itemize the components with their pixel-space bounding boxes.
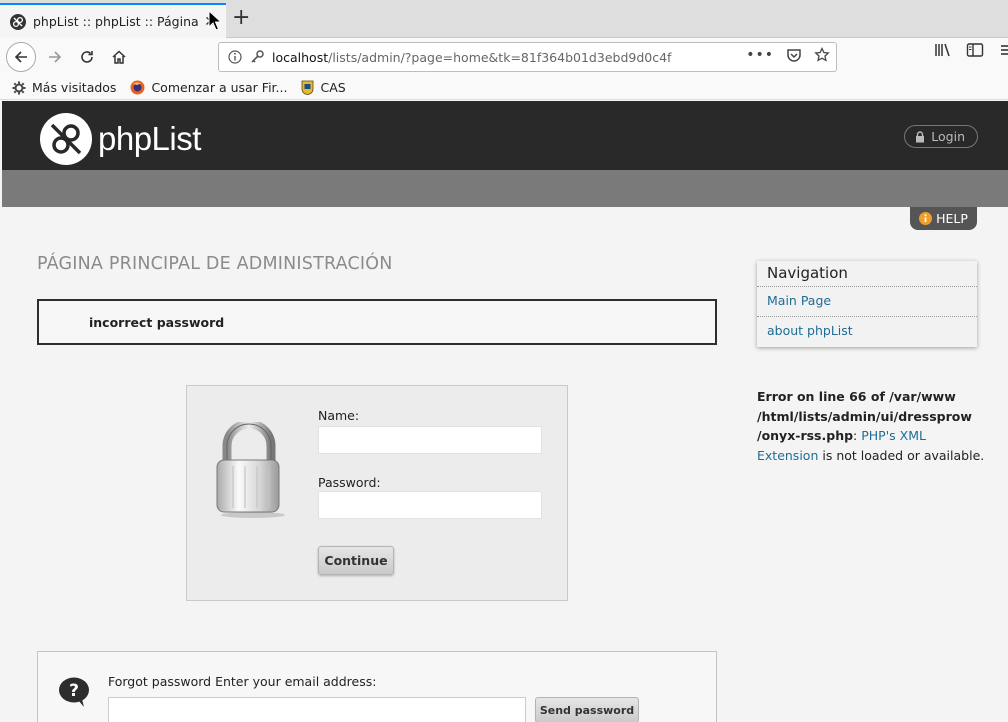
phplist-logo-icon — [40, 113, 92, 165]
key-icon[interactable] — [250, 50, 264, 64]
error-location-line-2: /html/lists/admin/ui/dressprow — [757, 408, 972, 424]
navigation-title: Navigation — [767, 264, 848, 282]
error-location-line-1: Error on line 66 of /var/www — [757, 389, 956, 404]
error-tail-text: is not loaded or available. — [822, 447, 985, 463]
back-button[interactable] — [6, 42, 36, 72]
home-icon — [112, 50, 126, 64]
arrow-left-icon — [14, 51, 27, 63]
menu-bar — [2, 170, 1008, 207]
error-location-line-3: /onyx-rss.php — [757, 428, 854, 444]
site-header: phpList Login — [2, 101, 1008, 170]
bookmark-most-visited[interactable]: Más visitados — [12, 80, 116, 95]
page-title: PÁGINA PRINCIPAL DE ADMINISTRACIÓN — [37, 254, 393, 274]
tab-title: phpList :: phpList :: Página principal d… — [33, 14, 201, 29]
sidebar-error-message: Error on line 66 of /var/www /html/lists… — [757, 387, 987, 465]
phplist-logo[interactable]: phpList — [40, 113, 201, 165]
reload-button[interactable] — [72, 42, 102, 72]
info-icon[interactable] — [228, 50, 242, 64]
page-actions-icon[interactable]: ••• — [746, 47, 774, 63]
question-bubble-icon: ? — [59, 677, 89, 707]
new-tab-icon[interactable]: + — [232, 7, 250, 29]
navigation-panel: Navigation Main Page about phpList — [757, 261, 977, 347]
login-button[interactable]: Login — [904, 125, 978, 148]
send-password-button[interactable]: Send password — [535, 697, 639, 722]
forgot-password-box: ? Forgot password Enter your email addre… — [37, 651, 717, 722]
bookmarks-toolbar: Más visitados Comenzar a usar Fir... CAS — [0, 76, 1008, 100]
url-path: /lists/admin/?page=home&tk=81f364b01d3eb… — [328, 49, 672, 65]
error-colon: : — [853, 428, 858, 444]
gear-icon — [12, 81, 26, 94]
php-xml-link[interactable]: PHP's XML — [861, 428, 926, 443]
bookmark-star-icon[interactable] — [814, 47, 830, 63]
password-label: Password: — [318, 475, 381, 490]
bookmark-cas[interactable]: CAS — [301, 80, 346, 95]
sidebar-toggle-icon[interactable] — [966, 42, 984, 58]
home-button[interactable] — [104, 42, 134, 72]
login-form: Name: Password: Continue — [186, 385, 568, 601]
error-message-box: incorrect password — [37, 299, 717, 345]
error-message: incorrect password — [89, 315, 225, 330]
mouse-cursor-icon — [208, 10, 222, 31]
browser-tab-active[interactable]: phpList :: phpList :: Página principal d… — [0, 3, 226, 38]
reload-icon — [81, 51, 93, 63]
url-host: localhost — [272, 49, 329, 65]
bookmark-label: Más visitados — [32, 80, 117, 95]
help-label: HELP — [936, 211, 968, 226]
name-input[interactable] — [318, 426, 542, 454]
shield-icon — [302, 80, 314, 95]
password-input[interactable] — [318, 491, 542, 519]
library-icon[interactable] — [934, 42, 952, 58]
phplist-favicon-icon — [10, 13, 26, 30]
bookmark-getting-started[interactable]: Comenzar a usar Fir... — [130, 80, 287, 95]
name-label: Name: — [318, 408, 360, 423]
svg-text:?: ? — [69, 681, 79, 701]
bookmark-label: CAS — [320, 80, 346, 95]
continue-button[interactable]: Continue — [318, 546, 394, 575]
padlock-icon — [216, 422, 285, 518]
pocket-icon[interactable] — [786, 47, 802, 63]
email-input[interactable] — [108, 697, 526, 722]
tab-bar: phpList :: phpList :: Página principal d… — [0, 0, 1008, 38]
nav-link-about-phplist[interactable]: about phpList — [757, 316, 977, 346]
lock-icon — [916, 130, 925, 142]
firefox-icon — [130, 80, 145, 95]
forgot-password-text: Forgot password Enter your email address… — [108, 674, 377, 689]
navigation-toolbar: localhost/lists/admin/?page=home&tk=81f3… — [0, 38, 1008, 76]
menu-icon[interactable] — [998, 42, 1008, 58]
extension-link[interactable]: Extension — [757, 448, 818, 463]
arrow-right-icon — [49, 51, 62, 63]
url-bar[interactable]: localhost/lists/admin/?page=home&tk=81f3… — [218, 42, 837, 72]
forward-button[interactable] — [40, 42, 70, 72]
help-button[interactable]: HELP — [910, 207, 977, 230]
logo-text: phpList — [98, 120, 201, 157]
login-label: Login — [931, 129, 965, 144]
nav-link-main-page[interactable]: Main Page — [757, 286, 977, 316]
bookmark-label: Comenzar a usar Fir... — [151, 80, 288, 95]
info-icon — [919, 212, 933, 225]
url-text: localhost/lists/admin/?page=home&tk=81f3… — [272, 50, 671, 65]
